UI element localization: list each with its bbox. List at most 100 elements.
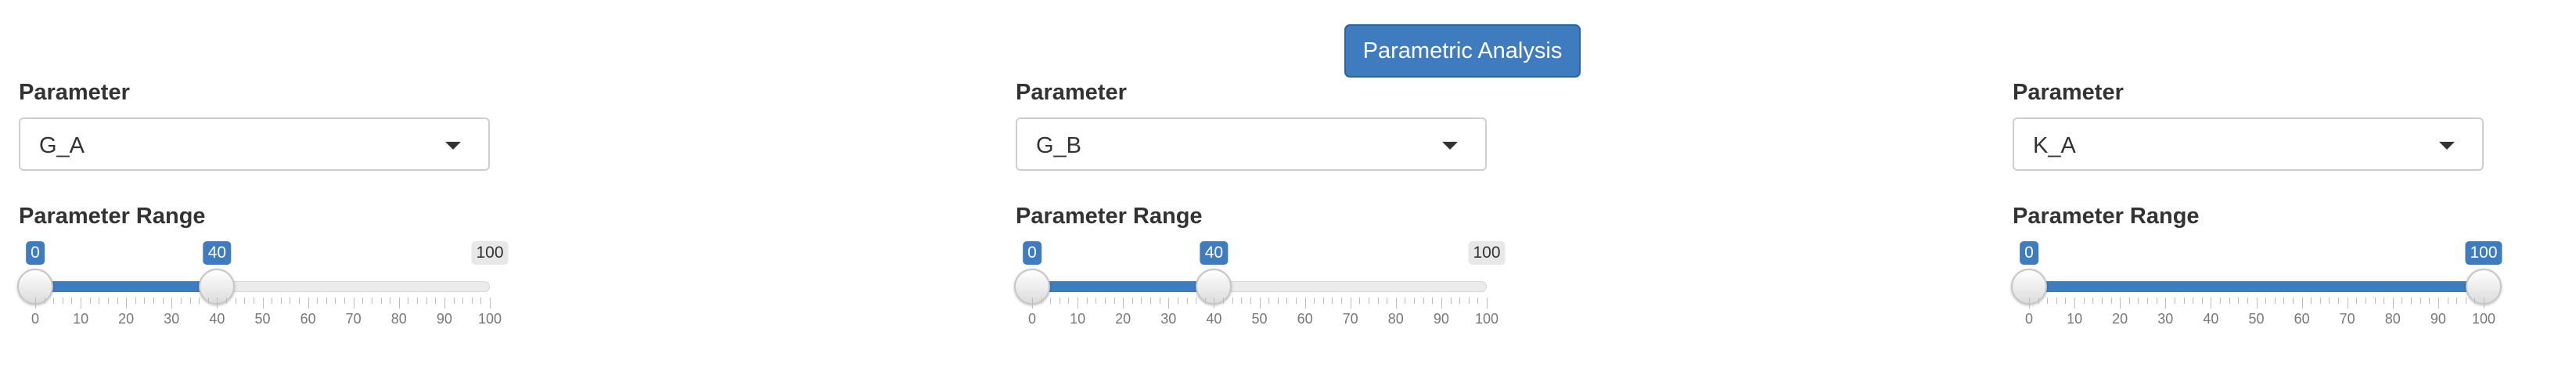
slider-tick-label: 80: [2384, 311, 2401, 327]
slider-tick-label: 0: [31, 311, 40, 327]
slider-tick-label: 70: [2339, 311, 2355, 327]
parameter-select[interactable]: G_A: [19, 117, 490, 171]
slider-tick: [2183, 298, 2185, 304]
slider-tick: [153, 298, 155, 304]
slider-tick-label: 70: [345, 311, 362, 327]
parameter-select[interactable]: K_A: [2013, 117, 2484, 171]
parameter-select[interactable]: G_B: [1016, 117, 1487, 171]
slider-tick: [490, 298, 491, 309]
slider-tick-label: 100: [477, 311, 502, 327]
slider-tick: [117, 298, 118, 304]
slider-tick: [2283, 298, 2285, 304]
slider-tick: [171, 298, 173, 309]
slider-tick: [71, 298, 73, 304]
slider-tick: [2110, 298, 2112, 304]
slider-tick: [2201, 298, 2203, 304]
slider-tick: [2456, 298, 2458, 304]
slider-tick: [1104, 298, 1106, 304]
slider-tick-label: 0: [1027, 311, 1037, 327]
slider-tick-label: 30: [1160, 311, 1177, 327]
parameter-range-slider[interactable]: 0 100 0 10 20 30 40 50 60 70 80 90 100: [2011, 235, 2502, 345]
slider-tick: [308, 298, 309, 309]
slider-tick: [1423, 298, 1424, 304]
slider-tick: [2247, 298, 2248, 304]
slider-tick: [1186, 298, 1188, 304]
slider-tick: [2265, 298, 2267, 304]
slider-tick-label: 30: [2157, 311, 2174, 327]
slider-tick: [1468, 298, 1470, 304]
slider-tick: [2065, 298, 2067, 304]
slider-tick: [1314, 298, 1315, 304]
parameter-select-value: G_B: [1036, 133, 1082, 158]
caret-down-icon: [2439, 142, 2455, 150]
parameter-select-value: G_A: [39, 133, 85, 158]
slider-tick: [1341, 298, 1343, 304]
slider-tick: [2356, 298, 2358, 304]
slider-tick: [326, 298, 327, 304]
slider-tick: [1268, 298, 1270, 304]
slider-tick-label: 40: [209, 311, 225, 327]
slider-tick: [2319, 298, 2321, 304]
slider-tick-label: 90: [2430, 311, 2446, 327]
slider-tick-label: 60: [300, 311, 316, 327]
slider-selected-range: [2029, 281, 2484, 292]
slider-max-label: 100: [1468, 241, 1506, 265]
slider-tick-label: 0: [2024, 311, 2034, 327]
slider-tick: [1168, 298, 1170, 309]
slider-ticks: 0 10 20 30 40 50 60 70 80 90 100: [1016, 298, 1506, 329]
slider-tick: [180, 298, 182, 304]
slider-tick: [1277, 298, 1279, 304]
slider-tick: [2329, 298, 2330, 304]
slider-tick: [2474, 298, 2476, 304]
slider-tick: [162, 298, 164, 304]
slider-selected-range: [1032, 281, 1214, 292]
slider-tick: [89, 298, 91, 304]
slider-tick: [1359, 298, 1361, 304]
slider-tick: [2128, 298, 2130, 304]
slider-tick-label: 20: [118, 311, 135, 327]
slider-tick: [1250, 298, 1251, 304]
slider-tick: [480, 298, 482, 304]
slider-tick: [1414, 298, 1416, 304]
slider-tick: [1114, 298, 1115, 304]
parameter-panel-1: Parameter G_A Parameter Range 0 40 100 0 10 2…: [17, 0, 509, 365]
slider-tick: [453, 298, 455, 304]
slider-to-value: 100: [2465, 241, 2502, 265]
slider-tick-label: 50: [254, 311, 271, 327]
slider-tick: [1259, 298, 1261, 309]
slider-tick: [380, 298, 382, 304]
slider-tick: [335, 298, 336, 304]
slider-tick: [2238, 298, 2240, 304]
parameter-label: Parameter: [1016, 80, 1127, 105]
slider-tick: [1241, 298, 1243, 304]
slider-tick: [53, 298, 55, 304]
slider-selected-range: [35, 281, 218, 292]
parameter-label: Parameter: [2013, 80, 2124, 105]
slider-tick: [1232, 298, 1233, 304]
slider-tick: [1377, 298, 1379, 304]
parameter-range-slider[interactable]: 0 40 100 0 10 20 30 40 50 60 70 80 90 100: [17, 235, 509, 345]
slider-tick-label: 10: [2067, 311, 2083, 327]
slider-tick: [226, 298, 228, 304]
slider-tick: [280, 298, 282, 304]
slider-tick: [2392, 298, 2394, 309]
slider-tick: [2138, 298, 2139, 304]
slider-tick: [144, 298, 146, 304]
slider-tick: [2338, 298, 2340, 304]
slider-tick-label: 100: [2471, 311, 2496, 327]
slider-tick: [317, 298, 318, 304]
slider-tick-label: 30: [164, 311, 180, 327]
slider-tick: [1286, 298, 1288, 304]
slider-tick: [1141, 298, 1142, 304]
slider-tick: [1150, 298, 1152, 304]
slider-tick: [2029, 298, 2030, 309]
slider-tick: [344, 298, 346, 304]
caret-down-icon: [445, 142, 461, 150]
slider-tick: [2437, 298, 2439, 309]
slider-tick: [426, 298, 427, 304]
slider-to-value: 40: [203, 241, 232, 265]
slider-tick: [1441, 298, 1442, 309]
slider-tick: [207, 298, 209, 304]
slider-tick: [2374, 298, 2376, 304]
parameter-range-slider[interactable]: 0 40 100 0 10 20 30 40 50 60 70 80 90 100: [1014, 235, 1506, 345]
